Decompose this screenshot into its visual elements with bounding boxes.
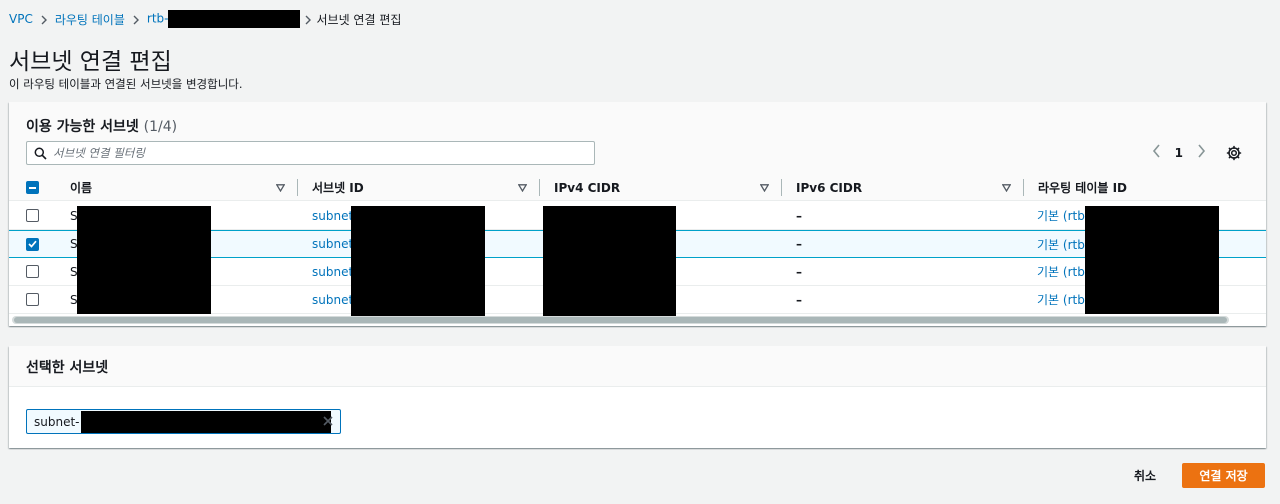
row-route-table[interactable]: 기본 (rtb- xyxy=(1037,258,1089,285)
row-route-table[interactable]: 기본 (rtb- xyxy=(1037,286,1089,313)
selection-count: (1/4) xyxy=(143,119,178,135)
cancel-button[interactable]: 취소 xyxy=(1120,462,1170,488)
sort-caret-icon[interactable] xyxy=(518,174,527,201)
table-header: 이름 서브넷 ID IPv4 CIDR IPv6 CIDR 라우팅 테이블 ID xyxy=(9,174,1266,201)
column-header-ipv4[interactable]: IPv4 CIDR xyxy=(554,174,620,201)
panel-title-text: 이용 가능한 서브넷 xyxy=(26,119,139,135)
page-title: 서브넷 연결 편집 xyxy=(9,49,172,75)
panel-header: 선택한 서브넷 xyxy=(9,346,1266,387)
sort-caret-icon[interactable] xyxy=(1002,174,1011,201)
row-ipv6: – xyxy=(796,292,802,307)
sort-caret-icon[interactable] xyxy=(760,174,769,201)
gear-icon[interactable] xyxy=(1225,144,1243,162)
select-all-checkbox[interactable] xyxy=(26,181,39,194)
row-checkbox-cell xyxy=(26,258,39,285)
panel-title: 선택한 서브넷 xyxy=(26,360,109,376)
redaction-box xyxy=(543,206,676,316)
column-header-route-table[interactable]: 라우팅 테이블 ID xyxy=(1038,174,1127,201)
filter-input-wrapper xyxy=(26,141,595,165)
column-label: IPv6 CIDR xyxy=(796,180,863,195)
column-label: 이름 xyxy=(70,181,93,195)
selected-subnets-panel: 선택한 서브넷 subnet- xyxy=(9,346,1266,448)
breadcrumb: VPC 라우팅 테이블 rtb- 서브넷 연결 편집 xyxy=(9,10,401,28)
row-route-table[interactable]: 기본 (rtb- xyxy=(1037,202,1089,229)
close-icon[interactable] xyxy=(322,415,334,427)
row-route-table[interactable]: 기본 (rtb- xyxy=(1037,231,1089,257)
column-header-subnet-id[interactable]: 서브넷 ID xyxy=(312,174,364,201)
column-divider[interactable] xyxy=(539,179,540,196)
chevron-right-icon xyxy=(33,12,55,26)
sort-caret-icon[interactable] xyxy=(276,174,285,201)
filter-input[interactable] xyxy=(53,146,594,160)
available-subnets-panel: 이용 가능한 서브넷 (1/4) 1 이름 서브넷 ID IPv4 CIDR xyxy=(9,102,1266,326)
column-header-ipv6[interactable]: IPv6 CIDR xyxy=(796,174,862,201)
column-label: 서브넷 ID xyxy=(312,181,364,195)
page-description: 이 라우팅 테이블과 연결된 서브넷을 변경합니다. xyxy=(9,77,243,91)
selected-subnet-token: subnet- xyxy=(26,409,341,434)
column-divider[interactable] xyxy=(1023,179,1024,196)
panel-header: 이용 가능한 서브넷 (1/4) 1 xyxy=(9,102,1266,174)
column-label: IPv4 CIDR xyxy=(554,180,621,195)
breadcrumb-route-table[interactable]: rtb- xyxy=(147,10,301,28)
breadcrumb-route-tables[interactable]: 라우팅 테이블 xyxy=(55,11,125,28)
row-checkbox[interactable] xyxy=(26,293,39,306)
chevron-right-icon xyxy=(300,12,316,26)
redaction-box xyxy=(1085,206,1219,314)
column-divider[interactable] xyxy=(297,179,298,196)
redaction-box xyxy=(168,10,301,28)
redaction-box xyxy=(351,206,485,316)
horizontal-scrollbar[interactable] xyxy=(12,316,1229,324)
row-ipv6: – xyxy=(796,264,802,279)
row-checkbox-cell xyxy=(26,286,39,313)
page-number[interactable]: 1 xyxy=(1175,146,1183,160)
breadcrumb-vpc[interactable]: VPC xyxy=(9,12,33,26)
chevron-right-icon[interactable] xyxy=(1197,144,1206,162)
row-checkbox[interactable] xyxy=(26,265,39,278)
row-checkbox[interactable] xyxy=(26,209,39,222)
save-associations-button[interactable]: 연결 저장 xyxy=(1182,463,1265,488)
token-label: subnet- xyxy=(34,414,80,429)
panel-title: 이용 가능한 서브넷 (1/4) xyxy=(26,116,177,136)
select-all-cell xyxy=(26,174,39,201)
row-ipv6: – xyxy=(796,237,802,251)
chevron-right-icon xyxy=(125,12,147,26)
scrollbar-thumb[interactable] xyxy=(14,317,1227,323)
search-icon xyxy=(27,147,53,160)
breadcrumb-current: 서브넷 연결 편집 xyxy=(316,12,402,27)
row-checkbox-cell xyxy=(26,202,39,229)
chevron-left-icon[interactable] xyxy=(1152,144,1161,162)
column-divider[interactable] xyxy=(781,179,782,196)
breadcrumb-rtb-label: rtb- xyxy=(146,11,169,26)
column-label: 라우팅 테이블 ID xyxy=(1038,181,1128,195)
redaction-box xyxy=(80,410,331,433)
column-header-name[interactable]: 이름 xyxy=(70,174,92,201)
row-checkbox[interactable] xyxy=(26,237,39,251)
row-ipv6: – xyxy=(796,208,802,223)
redaction-box xyxy=(77,206,211,314)
pagination: 1 xyxy=(1152,144,1206,162)
row-checkbox-cell xyxy=(26,231,39,257)
